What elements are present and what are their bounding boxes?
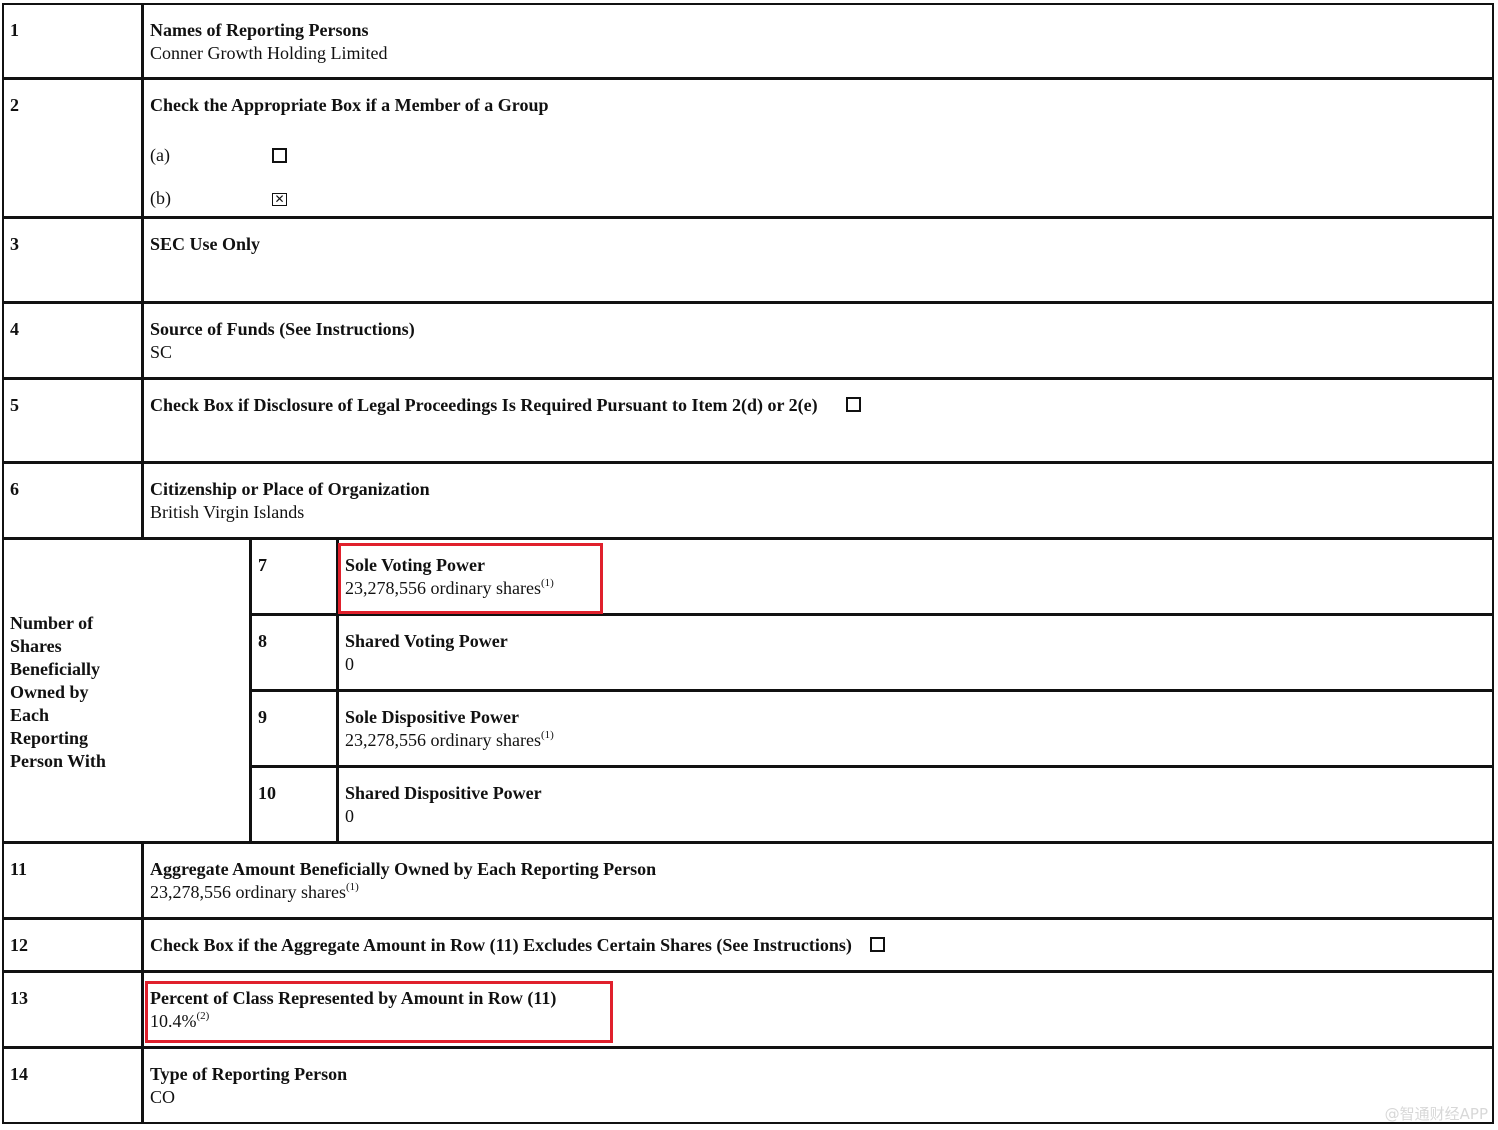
row-9-content: Sole Dispositive Power 23,278,556 ordina… <box>337 690 1494 767</box>
group-label-line: Reporting <box>10 728 88 748</box>
watermark: @智通财经APP <box>1384 1105 1488 1123</box>
row-5-label: Check Box if Disclosure of Legal Proceed… <box>150 395 818 415</box>
row-12-content: Check Box if the Aggregate Amount in Row… <box>142 918 1494 972</box>
group-label-line: Each <box>10 705 50 725</box>
row-10-number: 10 <box>250 766 338 843</box>
row-1-label: Names of Reporting Persons <box>150 20 369 40</box>
row-1-value: Conner Growth Holding Limited <box>150 43 388 63</box>
row-14-value: CO <box>150 1087 176 1107</box>
option-a: (a) <box>150 144 1486 167</box>
row-3-content: SEC Use Only <box>142 217 1494 303</box>
row-12-label: Check Box if the Aggregate Amount in Row… <box>150 935 852 955</box>
group-label-line: Shares <box>10 636 62 656</box>
row-13-value: 10.4%(2) <box>150 1010 1486 1033</box>
row-10-content: Shared Dispositive Power 0 <box>337 766 1494 843</box>
row-14-content: Type of Reporting Person CO <box>142 1047 1494 1124</box>
row-1-content: Names of Reporting Persons Conner Growth… <box>142 3 1494 79</box>
footnote-ref[interactable]: (2) <box>197 1010 210 1022</box>
row-11-value: 23,278,556 ordinary shares(1) <box>150 881 1486 904</box>
row-13-value-text: 10.4% <box>150 1011 197 1031</box>
row-7-content: Sole Voting Power 23,278,556 ordinary sh… <box>337 538 1494 615</box>
row-9-number: 9 <box>250 690 338 767</box>
footnote-ref[interactable]: (1) <box>541 577 554 589</box>
group-label-line: Owned by <box>10 682 89 702</box>
row-1-number: 1 <box>2 3 143 79</box>
option-a-checkbox[interactable] <box>272 148 287 163</box>
row-13-number: 13 <box>2 971 143 1048</box>
footnote-ref[interactable]: (1) <box>541 729 554 741</box>
row-8-number: 8 <box>250 614 338 691</box>
row-8-label: Shared Voting Power <box>345 631 508 651</box>
group-label-line: Number of <box>10 613 94 633</box>
row-9-value: 23,278,556 ordinary shares(1) <box>345 729 1486 752</box>
row-2-number: 2 <box>2 78 143 218</box>
row-5-number: 5 <box>2 378 143 463</box>
footnote-ref[interactable]: (1) <box>346 881 359 893</box>
row-8-content: Shared Voting Power 0 <box>337 614 1494 691</box>
row-7-label: Sole Voting Power <box>345 555 486 575</box>
row-4-content: Source of Funds (See Instructions) SC <box>142 302 1494 379</box>
row-14-label: Type of Reporting Person <box>150 1064 348 1084</box>
row-6-label: Citizenship or Place of Organization <box>150 479 430 499</box>
row-13-content: Percent of Class Represented by Amount i… <box>142 971 1494 1048</box>
row-11-number: 11 <box>2 842 143 919</box>
row-9-value-text: 23,278,556 ordinary shares <box>345 730 541 750</box>
row-5-content: Check Box if Disclosure of Legal Proceed… <box>142 378 1494 463</box>
row-3-number: 3 <box>2 217 143 303</box>
row-13-label: Percent of Class Represented by Amount i… <box>150 988 557 1008</box>
row-5-checkbox[interactable] <box>846 397 862 413</box>
option-b-checkbox-checked[interactable]: ✕ <box>272 193 287 206</box>
row-2-content: Check the Appropriate Box if a Member of… <box>142 78 1494 218</box>
row-3-label: SEC Use Only <box>150 234 261 254</box>
row-7-value: 23,278,556 ordinary shares(1) <box>345 577 1486 600</box>
row-14-number: 14 <box>2 1047 143 1124</box>
row-4-label: Source of Funds (See Instructions) <box>150 319 415 339</box>
row-10-label: Shared Dispositive Power <box>345 783 542 803</box>
row-11-value-text: 23,278,556 ordinary shares <box>150 882 346 902</box>
row-4-value: SC <box>150 342 173 362</box>
row-4-number: 4 <box>2 302 143 379</box>
row-10-value: 0 <box>345 806 354 826</box>
row-6-content: Citizenship or Place of Organization Bri… <box>142 462 1494 539</box>
row-11-label: Aggregate Amount Beneficially Owned by E… <box>150 859 657 879</box>
row-6-value: British Virgin Islands <box>150 502 305 522</box>
row-7-value-text: 23,278,556 ordinary shares <box>345 578 541 598</box>
row-8-value: 0 <box>345 654 354 674</box>
option-a-label: (a) <box>150 145 170 165</box>
option-b: (b) ✕ <box>150 187 1486 210</box>
row-9-label: Sole Dispositive Power <box>345 707 519 727</box>
option-b-label: (b) <box>150 188 171 208</box>
row-11-content: Aggregate Amount Beneficially Owned by E… <box>142 842 1494 919</box>
row-7-number: 7 <box>250 538 338 615</box>
group-label-line: Beneficially <box>10 659 100 679</box>
row-12-number: 12 <box>2 918 143 972</box>
row-6-number: 6 <box>2 462 143 539</box>
group-label-line: Person With <box>10 751 106 771</box>
row-12-checkbox[interactable] <box>870 937 886 953</box>
shares-owned-group-label: Number of Shares Beneficially Owned by E… <box>2 538 251 843</box>
row-2-label: Check the Appropriate Box if a Member of… <box>150 95 549 115</box>
